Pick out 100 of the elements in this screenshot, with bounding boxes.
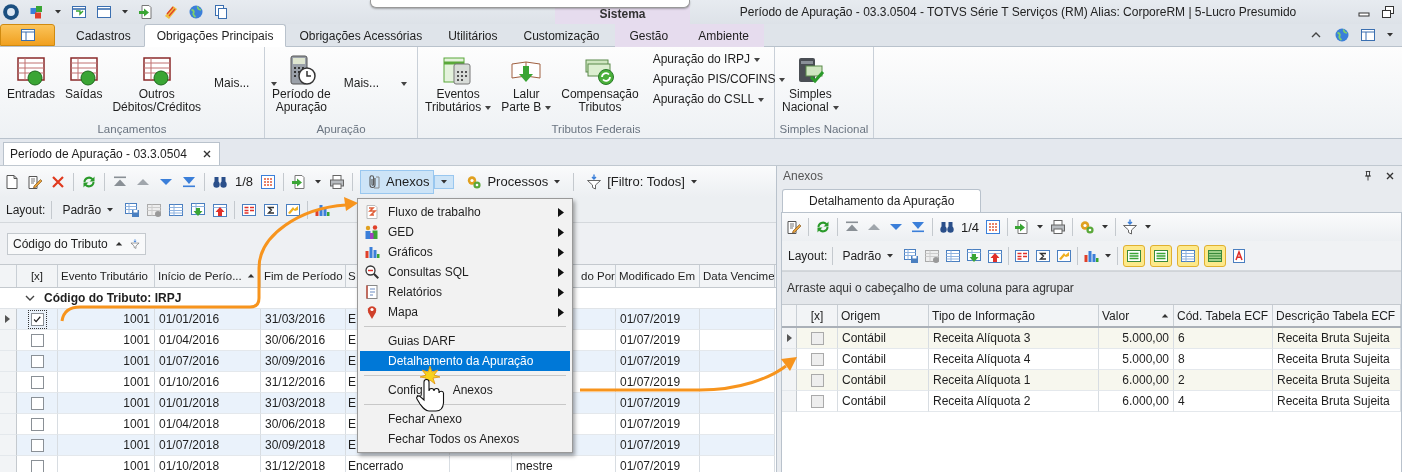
grid-icon[interactable] <box>985 219 1002 235</box>
export-icon[interactable] <box>1014 219 1031 235</box>
caret-icon[interactable] <box>1144 224 1153 230</box>
filter-icon[interactable] <box>1122 219 1139 235</box>
column-header[interactable]: Tipo de Informação <box>929 305 1099 326</box>
caret-icon[interactable] <box>1386 32 1394 38</box>
sheet-icon[interactable] <box>945 247 962 264</box>
edit-icon[interactable] <box>27 173 43 190</box>
save-layout-icon[interactable] <box>124 201 141 218</box>
delete-icon[interactable] <box>50 173 66 190</box>
column-header[interactable]: Valor <box>1099 305 1174 326</box>
sheet-icon[interactable] <box>146 201 163 218</box>
caret-icon[interactable] <box>1104 252 1113 259</box>
filter-button[interactable]: [Filtro: Todos] <box>581 169 703 194</box>
ribbon-button[interactable]: Compensação Tributos <box>557 51 643 117</box>
ribbon-tab[interactable]: Obrigações Principais <box>143 24 287 47</box>
menu-item[interactable]: Consultas SQL <box>360 262 570 282</box>
window-icon[interactable] <box>96 4 112 20</box>
column-header[interactable]: Início de Perío... <box>155 265 261 287</box>
print-icon[interactable] <box>329 173 346 190</box>
sheet-chart-icon[interactable] <box>1056 247 1073 264</box>
column-header[interactable]: Cód. Tabela ECF <box>1174 305 1273 326</box>
row-header[interactable] <box>782 328 797 349</box>
caret-icon[interactable] <box>1101 224 1110 230</box>
menu-item[interactable]: Gráficos <box>360 242 570 262</box>
sheet-export-icon[interactable] <box>212 201 229 218</box>
layout-icon[interactable] <box>1360 27 1376 43</box>
column-header[interactable]: Modificado Em <box>616 265 700 287</box>
sheet-chart-icon[interactable] <box>285 201 302 218</box>
column-header[interactable]: Origem <box>838 305 929 326</box>
copy-icon[interactable] <box>213 4 229 20</box>
last-record-icon[interactable] <box>910 219 926 235</box>
font-icon[interactable] <box>1231 247 1248 264</box>
checkbox[interactable] <box>30 312 44 326</box>
column-header[interactable]: Fim de Período <box>261 265 346 287</box>
layout-dropdown[interactable]: Padrão <box>838 246 899 265</box>
checkbox[interactable] <box>810 394 824 408</box>
panel-tab[interactable]: Detalhamento da Apuração <box>782 189 982 212</box>
sheet-import-icon[interactable] <box>190 201 207 218</box>
ribbon-button[interactable]: Lalur Parte B <box>497 51 556 117</box>
globe-icon[interactable] <box>188 4 204 20</box>
menu-item[interactable]: GED <box>360 222 570 242</box>
ribbon-tab[interactable]: Customização <box>510 24 613 47</box>
ribbon-tab[interactable]: Ambiente <box>683 24 764 47</box>
sum-icon[interactable] <box>1035 247 1052 264</box>
column-header[interactable]: [x] <box>797 305 838 326</box>
attachments-button[interactable]: Anexos <box>360 169 435 194</box>
column-header[interactable]: [x] <box>17 265 58 287</box>
menu-item[interactable]: Fluxo de trabalho <box>360 202 570 222</box>
column-header[interactable]: Descrição Tabela ECF <box>1273 305 1401 326</box>
sheet-lines-icon[interactable] <box>241 201 258 218</box>
pin-icon[interactable] <box>1362 170 1374 182</box>
ribbon-button[interactable]: Eventos Tributários <box>421 51 496 117</box>
attachments-dropdown-button[interactable] <box>434 174 455 189</box>
window-import-icon[interactable] <box>71 4 87 20</box>
ribbon-button[interactable]: Saídas <box>61 51 107 104</box>
globe-icon[interactable] <box>1334 27 1350 43</box>
view-toggle-button[interactable] <box>1150 244 1173 267</box>
column-header[interactable]: Data Vencime <box>700 265 775 287</box>
ribbon-tab[interactable]: Obrigações Acessórias <box>286 24 436 47</box>
row-header[interactable] <box>0 309 17 330</box>
checkbox[interactable] <box>30 417 44 431</box>
app-orb-icon[interactable] <box>2 3 20 21</box>
ribbon-tab[interactable]: Utilitários <box>435 24 511 47</box>
caret-icon[interactable] <box>314 178 323 185</box>
search-icon[interactable] <box>939 219 955 235</box>
menu-item[interactable]: Relatórios <box>360 282 570 302</box>
export-icon[interactable] <box>138 4 154 20</box>
ribbon-button[interactable]: Outros Débitos/Créditos <box>108 51 206 117</box>
caret-icon[interactable] <box>121 9 129 15</box>
print-icon[interactable] <box>1050 219 1067 235</box>
processes-button[interactable]: Processos <box>461 169 567 194</box>
cubes-icon[interactable] <box>29 4 45 20</box>
filter-icon[interactable] <box>129 238 140 249</box>
checkbox[interactable] <box>810 331 824 345</box>
close-icon[interactable] <box>1384 170 1396 182</box>
group-by-chip[interactable]: Código do Tributo <box>7 232 146 255</box>
palette-icon[interactable] <box>163 4 179 20</box>
column-header[interactable]: Evento Tributário <box>58 265 155 287</box>
ribbon-tab[interactable]: Gestão <box>614 24 684 47</box>
caret-icon[interactable] <box>54 9 62 15</box>
refresh-icon[interactable] <box>815 219 831 235</box>
sheet-lines-icon[interactable] <box>1014 247 1031 264</box>
caret-icon[interactable] <box>1036 224 1045 230</box>
sheet-icon[interactable] <box>924 247 941 264</box>
view-toggle-button[interactable] <box>1204 244 1227 267</box>
more-button[interactable]: Mais... <box>336 73 415 93</box>
checkbox[interactable] <box>810 373 824 387</box>
view-toggle-button[interactable] <box>1177 244 1200 267</box>
ribbon-button[interactable]: Entradas <box>3 51 60 104</box>
checkbox[interactable] <box>30 354 44 368</box>
application-menu-button[interactable] <box>0 24 55 46</box>
export-icon[interactable] <box>291 173 308 190</box>
grid-icon[interactable] <box>260 173 277 190</box>
menu-item[interactable]: Detalhamento da Apuração <box>360 351 570 371</box>
sheet-export-icon[interactable] <box>987 247 1004 264</box>
layout-dropdown[interactable]: Padrão <box>58 200 119 219</box>
checkbox[interactable] <box>30 459 44 472</box>
sum-icon[interactable] <box>263 201 280 218</box>
edit-icon[interactable] <box>786 219 802 235</box>
